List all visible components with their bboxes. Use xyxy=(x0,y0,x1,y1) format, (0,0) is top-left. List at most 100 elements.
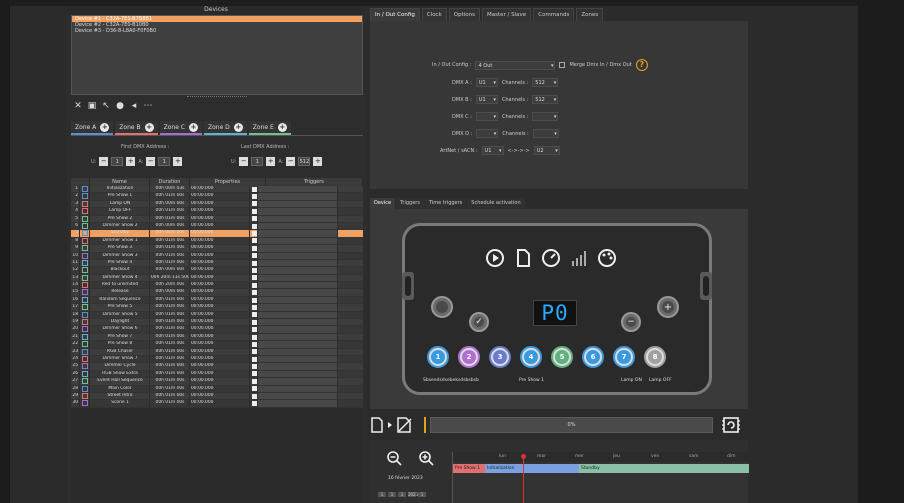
channels-select[interactable] xyxy=(532,112,559,121)
table-row[interactable]: 3 Lamp ON 00h 00m 00s 00:00.000 xyxy=(71,200,363,209)
scene-properties[interactable]: 00:00.000 xyxy=(190,186,250,193)
write-device-icon[interactable] xyxy=(396,417,414,433)
timeline-block[interactable]: Pre Show 1 xyxy=(453,464,485,473)
scene-duration[interactable]: 00h 01m 00s xyxy=(150,208,190,215)
subtab-time-triggers[interactable]: Time triggers xyxy=(424,198,467,209)
table-row[interactable]: 25 Dimmer Cycle 00h 01m 00s 00:00.000 xyxy=(71,363,363,371)
table-row[interactable]: 4 Lamp OFF 00h 01m 00s 00:00.000 xyxy=(71,208,363,216)
zone-tab[interactable]: Zone D + xyxy=(203,121,247,135)
scene-triggers[interactable] xyxy=(258,319,338,326)
zone-tab[interactable]: Zone A + xyxy=(71,121,114,135)
scene-name[interactable]: Main Color xyxy=(90,385,150,392)
scene-duration[interactable]: 00h 00m 00s xyxy=(150,200,190,208)
add-zone-icon[interactable]: + xyxy=(144,122,154,132)
date-spinner[interactable]: 1 xyxy=(418,492,426,497)
table-row[interactable]: 15 Release 00h 00m 00s 00:00.000 xyxy=(71,289,363,297)
scene-duration[interactable]: 00h 20m 00s xyxy=(150,282,190,289)
scene-button-7[interactable]: 7 xyxy=(613,346,635,368)
table-row[interactable]: 27 Event Hall Sequence 00h 01m 00s 00:00.00… xyxy=(71,378,363,386)
header-name[interactable]: Name xyxy=(90,178,150,186)
scene-duration[interactable]: 00h 01m 00s xyxy=(150,385,190,392)
device-item[interactable]: Device #3 - D36-8-L8A0-F0F0B0 xyxy=(72,28,362,34)
row-checkbox[interactable] xyxy=(250,193,258,200)
minus-button[interactable]: − xyxy=(621,312,641,332)
scene-name[interactable]: Dimmer Show 4 xyxy=(90,274,150,282)
merge-checkbox[interactable] xyxy=(559,62,566,68)
record-icon[interactable]: ● xyxy=(115,101,125,111)
row-checkbox[interactable] xyxy=(250,363,258,370)
row-checkbox[interactable] xyxy=(250,208,258,215)
first-u-plus-button[interactable]: + xyxy=(126,157,136,166)
row-checkbox[interactable] xyxy=(250,222,258,230)
scene-name[interactable]: Dimmer Show 7 xyxy=(90,355,150,363)
table-row[interactable]: 30 Scene 1 00h 01m 00s 00:00.000 xyxy=(71,400,363,408)
power-button[interactable] xyxy=(431,296,453,318)
table-row[interactable]: 1 Initialization 00h 00m 03s 00:00.000 xyxy=(71,186,363,194)
scene-name[interactable]: Street Intro xyxy=(90,392,150,400)
first-a-minus-button[interactable]: − xyxy=(146,157,156,166)
row-checkbox[interactable] xyxy=(250,370,258,378)
scene-properties[interactable]: 00:00.000 xyxy=(190,385,250,392)
scene-properties[interactable]: 00:00.000 xyxy=(190,296,250,304)
scene-name[interactable]: Dimmer Show 6 xyxy=(90,326,150,333)
scene-name[interactable]: Standby xyxy=(90,230,150,237)
channels-select[interactable]: U2 xyxy=(533,146,560,155)
scene-properties[interactable]: 00:00.000 xyxy=(190,245,250,252)
scene-triggers[interactable] xyxy=(258,186,338,193)
scene-duration[interactable]: 00h 01m 00s xyxy=(150,400,190,407)
scene-triggers[interactable] xyxy=(258,341,338,348)
table-row[interactable]: 6 Dimmer Show 2 00h 00m 00s 00:00.000 xyxy=(71,222,363,231)
header-properties[interactable]: Properties xyxy=(190,178,266,186)
scene-duration[interactable]: 00h 01m 00s xyxy=(150,392,190,400)
scene-triggers[interactable] xyxy=(258,304,338,311)
tab-options[interactable]: Options xyxy=(448,8,481,21)
subtab-triggers[interactable]: Triggers xyxy=(396,198,424,209)
table-row[interactable]: 8 Dimmer Show 1 00h 01m 00s 00:00.000 xyxy=(71,237,363,246)
add-zone-icon[interactable]: + xyxy=(188,122,198,132)
tab-zones[interactable]: Zones xyxy=(576,8,604,21)
scene-button-3[interactable]: 3 xyxy=(489,346,511,368)
scene-triggers[interactable] xyxy=(258,259,338,267)
scene-triggers[interactable] xyxy=(258,392,338,400)
scene-properties[interactable]: 00:00.000 xyxy=(190,215,250,222)
zone-tab[interactable]: Zone C + xyxy=(159,121,202,135)
scene-duration[interactable]: 00h 01m 00s xyxy=(150,304,190,311)
channels-select[interactable] xyxy=(532,129,559,138)
delete-icon[interactable]: ✕ xyxy=(73,101,83,111)
add-zone-icon[interactable]: + xyxy=(277,122,287,132)
scene-duration[interactable]: 00h 01m 00s xyxy=(150,319,190,326)
scene-name[interactable]: Release xyxy=(90,289,150,296)
scene-triggers[interactable] xyxy=(258,222,338,230)
scene-triggers[interactable] xyxy=(258,274,338,282)
scene-name[interactable]: Lamp OFF xyxy=(90,208,150,215)
scene-properties[interactable]: 00:00.000 xyxy=(190,230,250,237)
subtab-schedule-activation[interactable]: Schedule activation xyxy=(467,198,525,209)
scene-duration[interactable]: 00h 01m 00s xyxy=(150,341,190,348)
date-spinner[interactable]: 2023 xyxy=(408,492,418,497)
table-row[interactable]: 13 Dimmer Show 4 00h 20m 11s 500 00:00.000 xyxy=(71,274,363,283)
scene-triggers[interactable] xyxy=(258,348,338,355)
scene-properties[interactable]: 00:00.000 xyxy=(190,370,250,378)
scene-duration[interactable]: 00h 00m 00s xyxy=(150,230,190,237)
scene-triggers[interactable] xyxy=(258,326,338,333)
scene-duration[interactable]: 00h 01m 00s xyxy=(150,259,190,267)
table-row[interactable]: 26 RGB Show Extra 00h 01m 00s 00:00.000 xyxy=(71,370,363,379)
scene-duration[interactable]: 00h 00m 00s xyxy=(150,267,190,274)
cursor-icon[interactable]: ↖ xyxy=(101,101,111,111)
scene-name[interactable]: Pre Show 5 xyxy=(90,304,150,311)
table-row[interactable]: 17 Pre Show 5 00h 01m 00s 00:00.000 xyxy=(71,304,363,312)
row-checkbox[interactable] xyxy=(250,348,258,355)
scene-duration[interactable]: 00h 01m 00s xyxy=(150,370,190,378)
scene-properties[interactable]: 00:00.000 xyxy=(190,222,250,230)
row-checkbox[interactable] xyxy=(250,237,258,245)
scene-properties[interactable]: 00:00.000 xyxy=(190,200,250,208)
scene-triggers[interactable] xyxy=(258,289,338,296)
first-u-minus-button[interactable]: − xyxy=(99,157,109,166)
more-icon[interactable]: ⋯ xyxy=(143,101,153,111)
channels-select[interactable]: 512 xyxy=(532,78,559,87)
row-checkbox[interactable] xyxy=(250,355,258,363)
help-icon[interactable]: ? xyxy=(635,59,648,71)
plus-button[interactable]: + xyxy=(657,296,679,318)
tab-commands[interactable]: Commands xyxy=(533,8,575,21)
scene-button-6[interactable]: 6 xyxy=(582,346,604,368)
